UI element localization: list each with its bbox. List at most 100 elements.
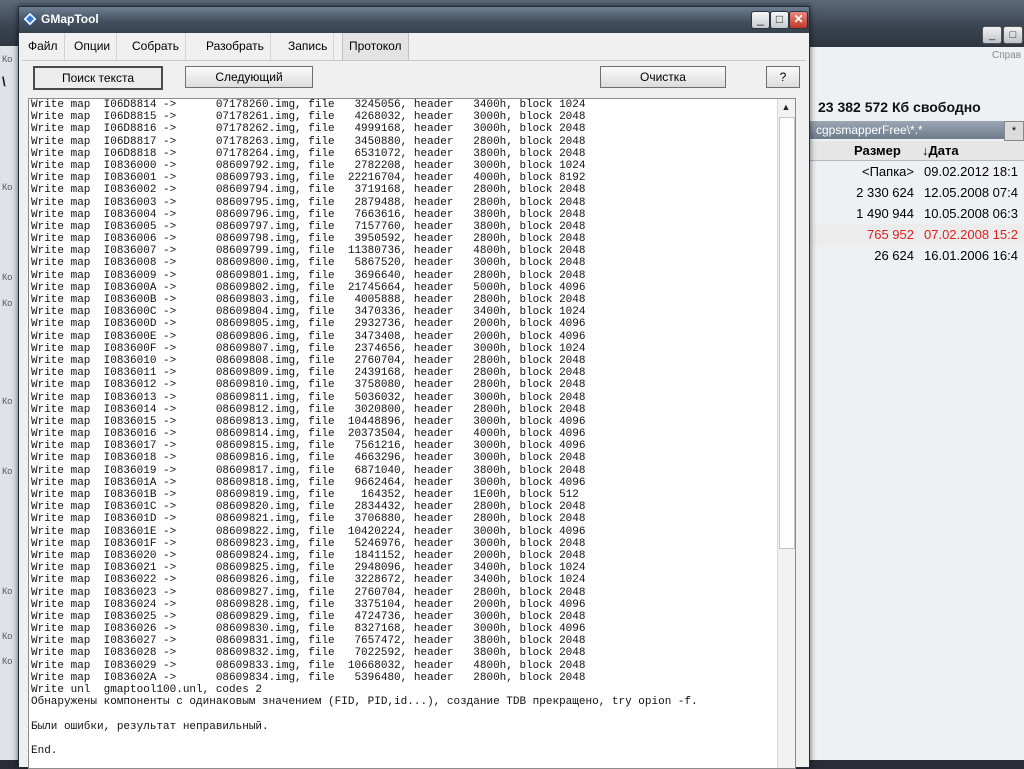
background-left-label: Ко	[2, 586, 13, 596]
file-size: 2 330 624	[856, 185, 914, 200]
menu-build[interactable]: Собрать	[126, 33, 187, 60]
log-line: Write map I0836026 -> 08609830.img, file…	[31, 623, 586, 636]
log-toolbar: Поиск текста Следующий Очистка ?	[22, 61, 806, 97]
log-line: Write map I0836023 -> 08609827.img, file…	[31, 586, 586, 599]
log-line: Write map I0836005 -> 08609797.img, file…	[31, 220, 586, 233]
log-line: Write map I0836010 -> 08609808.img, file…	[31, 354, 586, 367]
log-line: Write map I0836011 -> 08609809.img, file…	[31, 367, 586, 380]
log-line: Write map I0836006 -> 08609798.img, file…	[31, 233, 586, 246]
file-row[interactable]: 2 330 624 12.05.2008 07:4	[808, 182, 1024, 203]
log-line: Write map I083601E -> 08609822.img, file…	[31, 525, 586, 538]
menu-file[interactable]: Файл	[22, 33, 65, 60]
log-line: Write map I06D8817 -> 07178263.img, file…	[31, 135, 586, 148]
background-left-marker: \	[2, 74, 6, 89]
file-date: 12.05.2008 07:4	[924, 185, 1018, 200]
log-line: Write map I0836014 -> 08609812.img, file…	[31, 403, 586, 416]
log-line: Write map I0836007 -> 08609799.img, file…	[31, 245, 586, 258]
scroll-thumb[interactable]	[779, 117, 795, 549]
log-line: Write map I0836008 -> 08609800.img, file…	[31, 257, 586, 270]
menu-log[interactable]: Протокол	[342, 33, 409, 60]
file-row-highlighted[interactable]: 765 952 07.02.2008 15:2	[808, 224, 1024, 245]
scroll-up-arrow-icon[interactable]: ▲	[779, 100, 793, 114]
log-line: Write map I0836017 -> 08609815.img, file…	[31, 440, 586, 453]
log-line: Write map I083601A -> 08609818.img, file…	[31, 476, 586, 489]
background-minimize-button[interactable]: _	[982, 26, 1002, 44]
log-line: Write map I06D8816 -> 07178262.img, file…	[31, 123, 586, 136]
log-line: Write map I0836027 -> 08609831.img, file…	[31, 635, 586, 648]
log-line: End.	[31, 744, 58, 757]
file-row[interactable]: 26 624 16.01.2006 16:4	[808, 245, 1024, 266]
column-size-header[interactable]: Размер	[854, 143, 901, 158]
log-line: Write map I0836000 -> 08609792.img, file…	[31, 159, 586, 172]
log-line: Write map I083601F -> 08609823.img, file…	[31, 537, 586, 550]
file-row[interactable]: <Папка> 09.02.2012 18:1	[808, 161, 1024, 182]
log-text: Write map I06D8814 -> 07178260.img, file…	[31, 99, 698, 757]
log-line: Write map I0836028 -> 08609832.img, file…	[31, 647, 586, 660]
background-filter-button[interactable]: *	[1004, 121, 1024, 141]
log-line: Write map I0836012 -> 08609810.img, file…	[31, 379, 586, 392]
log-line: Write map I083600E -> 08609806.img, file…	[31, 330, 586, 343]
file-size: 1 490 944	[856, 206, 914, 221]
file-row[interactable]: 1 490 944 10.05.2008 06:3	[808, 203, 1024, 224]
app-icon	[23, 12, 37, 26]
background-left-label: Ко	[2, 54, 13, 64]
background-left-label: Ко	[2, 631, 13, 641]
log-line: Write map I0836004 -> 08609796.img, file…	[31, 208, 586, 221]
minimize-button[interactable]: _	[751, 11, 770, 29]
log-line: Были ошибки, результат неправильный.	[31, 720, 269, 733]
log-line: Write map I083600B -> 08609803.img, file…	[31, 294, 586, 306]
gmaptool-window: GMapTool _ □ ✕ Файл Опции Собрать Разобр…	[18, 6, 810, 769]
column-date-header[interactable]: ↓Дата	[922, 143, 959, 158]
background-left-label: Ко	[2, 298, 13, 308]
log-line: Write map I0836003 -> 08609795.img, file…	[31, 196, 586, 209]
background-path-tab[interactable]: cgpsmapperFree\*.*	[808, 121, 1010, 139]
background-left-label: Ко	[2, 396, 13, 406]
file-date: 09.02.2012 18:1	[924, 164, 1018, 179]
search-text-button[interactable]: Поиск текста	[33, 66, 163, 90]
menu-split[interactable]: Разобрать	[200, 33, 271, 60]
log-line: Write map I0836019 -> 08609817.img, file…	[31, 464, 586, 477]
close-button[interactable]: ✕	[789, 11, 808, 29]
log-line: Write map I06D8814 -> 07178260.img, file…	[31, 99, 586, 111]
log-line: Write map I0836024 -> 08609828.img, file…	[31, 598, 586, 611]
log-line: Write map I0836009 -> 08609801.img, file…	[31, 269, 586, 282]
help-button[interactable]: ?	[766, 66, 800, 88]
menu-write[interactable]: Запись	[282, 33, 335, 60]
log-line: Write map I06D8818 -> 07178264.img, file…	[31, 147, 586, 160]
background-maximize-button[interactable]: □	[1003, 26, 1023, 44]
file-size: <Папка>	[862, 164, 914, 179]
background-help-menu[interactable]: Справ	[992, 50, 1021, 61]
background-free-space: 23 382 572 Кб свободно	[818, 99, 981, 115]
background-left-label: Ко	[2, 272, 13, 282]
log-line: Write map I083602A -> 08609834.img, file…	[31, 671, 586, 684]
menu-bar: Файл Опции Собрать Разобрать Запись Прот…	[22, 33, 806, 61]
log-line: Write map I083600A -> 08609802.img, file…	[31, 281, 586, 294]
file-date: 16.01.2006 16:4	[924, 248, 1018, 263]
window-titlebar[interactable]: GMapTool _ □ ✕	[19, 7, 809, 33]
log-line: Write map I0836020 -> 08609824.img, file…	[31, 549, 586, 562]
log-line: Write map I083600F -> 08609807.img, file…	[31, 342, 586, 355]
clear-button[interactable]: Очистка	[600, 66, 726, 88]
maximize-button[interactable]: □	[770, 11, 789, 29]
log-scrollbar[interactable]: ▲	[777, 99, 795, 768]
file-date: 07.02.2008 15:2	[924, 227, 1018, 242]
log-line: Write unl gmaptool100.unl, codes 2	[31, 684, 263, 696]
log-line: Write map I0836029 -> 08609833.img, file…	[31, 659, 586, 672]
log-line: Write map I0836013 -> 08609811.img, file…	[31, 391, 586, 404]
background-left-label: Ко	[2, 656, 13, 666]
log-line: Write map I0836018 -> 08609816.img, file…	[31, 452, 586, 465]
log-line: Обнаружены компоненты с одинаковым значе…	[31, 696, 698, 709]
window-title: GMapTool	[41, 12, 99, 26]
log-line: Write map I083601C -> 08609820.img, file…	[31, 501, 586, 514]
log-textarea[interactable]: Write map I06D8814 -> 07178260.img, file…	[28, 98, 796, 769]
log-line: Write map I083600C -> 08609804.img, file…	[31, 306, 586, 319]
log-line: Write map I083601B -> 08609819.img, file…	[31, 489, 579, 501]
log-line: Write map I0836021 -> 08609825.img, file…	[31, 562, 586, 575]
menu-options[interactable]: Опции	[68, 33, 118, 60]
log-line: Write map I0836015 -> 08609813.img, file…	[31, 415, 586, 428]
file-size: 765 952	[867, 227, 914, 242]
find-next-button[interactable]: Следующий	[185, 66, 313, 88]
background-left-label: Ко	[2, 466, 13, 476]
